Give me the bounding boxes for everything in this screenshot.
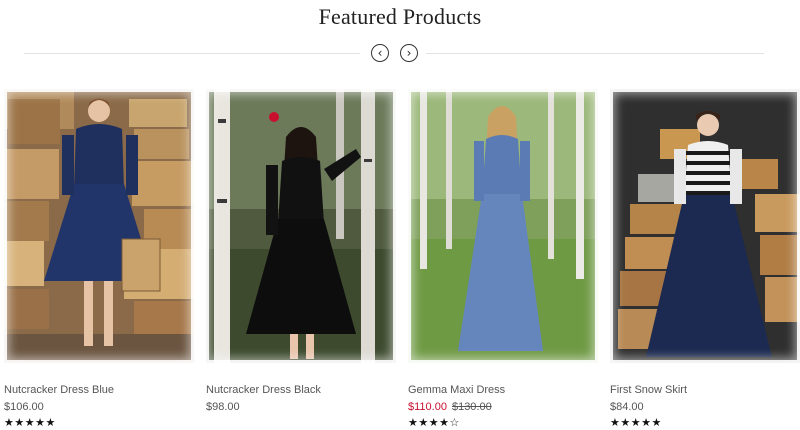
price: $106.00 bbox=[4, 401, 44, 413]
price: $84.00 bbox=[610, 401, 644, 413]
product-price: $106.00 bbox=[4, 399, 194, 415]
product-name[interactable]: Nutcracker Dress Black bbox=[206, 383, 396, 397]
sale-price: $110.00 bbox=[408, 401, 447, 413]
product-name[interactable]: Nutcracker Dress Blue bbox=[4, 383, 194, 397]
divider-left bbox=[24, 53, 360, 54]
star-rating: ★★★★★ bbox=[4, 416, 56, 429]
section-title: Featured Products bbox=[318, 4, 482, 29]
product-name[interactable]: First Snow Skirt bbox=[610, 383, 800, 397]
product-name[interactable]: Gemma Maxi Dress bbox=[408, 383, 598, 397]
product-image[interactable] bbox=[610, 89, 800, 363]
product-price: $98.00 bbox=[206, 399, 396, 415]
chevron-right-icon: › bbox=[406, 46, 412, 60]
original-price: $130.00 bbox=[451, 401, 492, 413]
star-rating: ★★★★★ bbox=[610, 416, 662, 429]
divider-right bbox=[426, 53, 764, 54]
carousel-next-button[interactable]: › bbox=[400, 44, 418, 62]
carousel-nav: ‹ › bbox=[0, 44, 800, 64]
product-price: $110.00 $130.00 bbox=[408, 399, 598, 415]
star-rating: ★★★★☆ bbox=[408, 416, 460, 429]
price: $98.00 bbox=[206, 401, 240, 413]
product-card[interactable]: First Snow Skirt $84.00 ★★★★★ bbox=[610, 89, 800, 430]
product-price: $84.00 bbox=[610, 399, 800, 415]
product-card[interactable]: Gemma Maxi Dress $110.00 $130.00 ★★★★☆ bbox=[408, 89, 598, 430]
product-image[interactable] bbox=[4, 89, 194, 363]
carousel-prev-button[interactable]: ‹ bbox=[371, 44, 389, 62]
product-image[interactable] bbox=[408, 89, 598, 363]
product-card[interactable]: Nutcracker Dress Blue $106.00 ★★★★★ bbox=[4, 89, 194, 430]
chevron-left-icon: ‹ bbox=[377, 46, 383, 60]
product-image[interactable] bbox=[206, 89, 396, 363]
product-card[interactable]: Nutcracker Dress Black $98.00 bbox=[206, 89, 396, 416]
